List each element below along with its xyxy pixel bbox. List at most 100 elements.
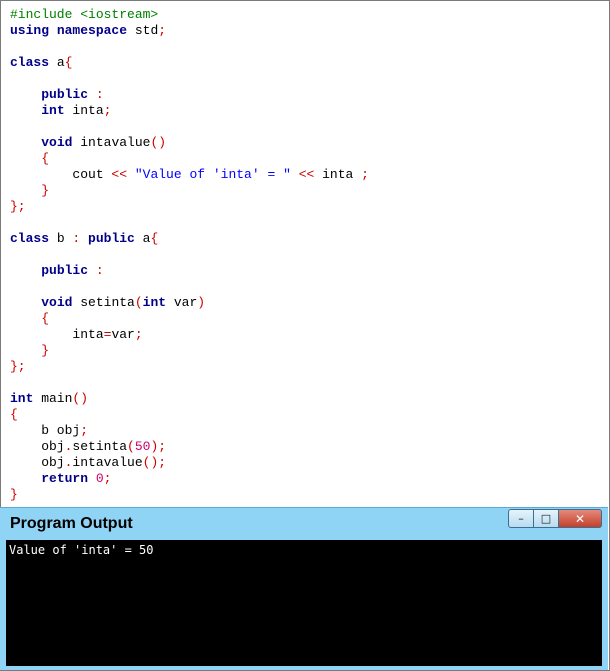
code-line: void setinta(int var) (10, 295, 369, 311)
minimize-icon: – (518, 512, 524, 525)
code-token: () (150, 135, 167, 150)
close-button[interactable]: ✕ (559, 509, 602, 528)
code-token: b obj (10, 423, 81, 438)
code-token: : (95, 87, 104, 102)
code-token: } (10, 487, 18, 502)
code-line: { (10, 311, 369, 327)
code-token: intavalue (72, 135, 151, 150)
code-line: inta=var; (10, 327, 369, 343)
code-token: } (41, 183, 50, 198)
window-controls: – □ ✕ (508, 509, 602, 528)
code-line: obj.setinta(50); (10, 439, 369, 455)
code-line: #include <iostream> (10, 7, 369, 23)
program-output-window: Program Output – □ ✕ Value of 'inta' = 5… (0, 507, 608, 670)
code-line: } (10, 343, 369, 359)
code-token: void (41, 295, 73, 310)
code-token: int (41, 103, 65, 118)
maximize-icon: □ (540, 512, 552, 525)
code-line: int main() (10, 391, 369, 407)
code-token: var (166, 295, 198, 310)
code-line: int inta; (10, 103, 369, 119)
code-token: 0 (95, 471, 104, 486)
code-token: void (41, 135, 73, 150)
code-token: ); (150, 439, 167, 454)
code-line: obj.intavalue(); (10, 455, 369, 471)
code-token: obj (10, 439, 65, 454)
code-line: class b : public a{ (10, 231, 369, 247)
code-token: class (10, 55, 50, 70)
code-token: intavalue (72, 455, 143, 470)
code-token: ; (361, 167, 369, 182)
code-token: ) (197, 295, 206, 310)
code-token: ( (134, 295, 143, 310)
code-token: { (41, 311, 50, 326)
window-title: Program Output (10, 515, 133, 532)
code-token: }; (10, 199, 26, 214)
code-line: { (10, 151, 369, 167)
code-line: } (10, 487, 369, 503)
code-token: ; (134, 327, 143, 342)
code-token: { (150, 231, 159, 246)
code-token: int (10, 391, 34, 406)
console-text: Value of 'inta' = 50 (9, 543, 154, 557)
code-token: (); (142, 455, 167, 470)
code-token: inta (64, 103, 104, 118)
code-token: "Value of 'inta' = " (134, 167, 291, 182)
code-token: { (64, 55, 73, 70)
code-line: void intavalue() (10, 135, 369, 151)
code-token: << (111, 167, 128, 182)
code-token: } (41, 343, 50, 358)
code-line: public : (10, 263, 369, 279)
code-token: main (33, 391, 73, 406)
code-line: }; (10, 199, 369, 215)
code-line: return 0; (10, 471, 369, 487)
code-line: } (10, 183, 369, 199)
code-token: setinta (72, 295, 135, 310)
code-token: namespace (56, 23, 128, 38)
code-token: var (111, 327, 135, 342)
code-token: { (41, 151, 50, 166)
code-token: public (88, 231, 135, 246)
code-token: () (72, 391, 89, 406)
code-token: ; (158, 23, 167, 38)
code-token: ; (103, 103, 112, 118)
code-token: public (41, 87, 89, 102)
code-token: std (127, 23, 159, 38)
console-output[interactable]: Value of 'inta' = 50 (6, 540, 602, 666)
code-token: public (41, 263, 89, 278)
code-token: #include <iostream> (10, 7, 159, 22)
maximize-button[interactable]: □ (534, 509, 559, 528)
minimize-button[interactable]: – (508, 509, 534, 528)
code-line: { (10, 407, 369, 423)
code-token: a (134, 231, 151, 246)
code-token: return (41, 471, 89, 486)
code-token: using (10, 23, 50, 38)
code-token: 50 (134, 439, 151, 454)
code-token: ( (127, 439, 135, 454)
code-token: }; (10, 359, 26, 374)
code-token: obj (10, 455, 65, 470)
code-token: { (10, 407, 18, 422)
code-token: : (95, 263, 104, 278)
